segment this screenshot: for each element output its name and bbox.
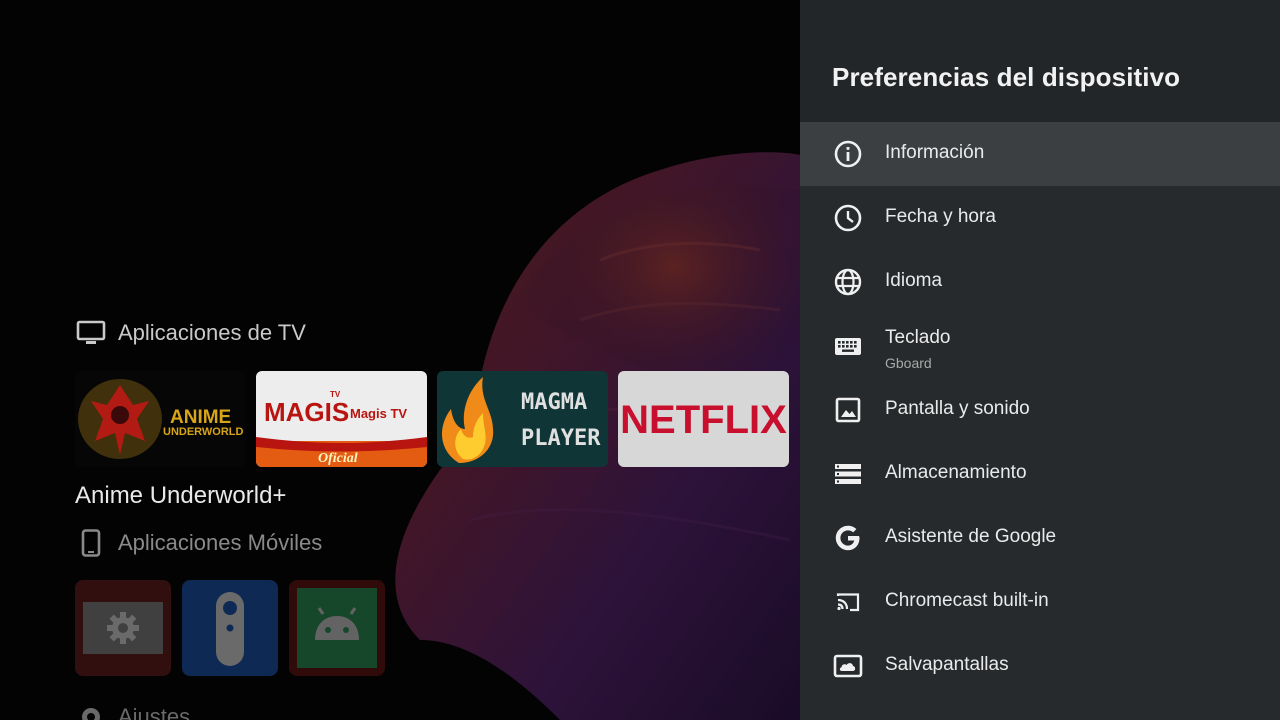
tile-android-app[interactable]	[289, 580, 385, 676]
device-preferences-panel: Preferencias del dispositivo Información…	[800, 0, 1280, 720]
svg-text:NETFLIX: NETFLIX	[620, 398, 787, 442]
menu-item-asistente-de-google[interactable]: Asistente de Google	[800, 506, 1280, 570]
menu-item-chromecast[interactable]: Chromecast built-in	[800, 570, 1280, 634]
mobile-apps-title: Aplicaciones Móviles	[118, 530, 323, 555]
menu-item-label: Información	[885, 142, 985, 163]
mobile-apps-row-title: Aplicaciones Móviles	[76, 528, 322, 558]
svg-text:UNDERWORLD: UNDERWORLD	[163, 426, 244, 438]
menu-item-idioma[interactable]: Idioma	[800, 250, 1280, 314]
svg-text:Oficial: Oficial	[318, 451, 358, 466]
tile-remote-app[interactable]	[182, 580, 278, 676]
settings-row-label: Ajustes	[118, 704, 191, 720]
globe-icon	[834, 268, 862, 296]
menu-item-fecha-y-hora[interactable]: Fecha y hora	[800, 186, 1280, 250]
tile-settings-app[interactable]	[75, 580, 171, 676]
tv-apps-tiles: ANIME UNDERWORLD MAGIS TV Magis TV Ofici…	[75, 371, 789, 467]
menu-item-pantalla-y-sonido[interactable]: Pantalla y sonido	[800, 378, 1280, 442]
google-icon	[835, 525, 860, 551]
tv-launcher: Aplicaciones de TV ANIME UNDERWORLD MAGI…	[0, 0, 800, 720]
phone-icon	[76, 528, 106, 558]
tile-anime-underworld[interactable]: ANIME UNDERWORLD	[75, 371, 246, 467]
tile-netflix[interactable]: NETFLIX	[618, 371, 789, 467]
clock-icon	[834, 204, 862, 232]
menu-item-label: Asistente de Google	[885, 526, 1057, 547]
menu-item-teclado[interactable]: Teclado Gboard	[800, 314, 1280, 378]
remote-icon	[216, 592, 244, 666]
preferences-menu: Información Fecha y hora Idioma Teclado …	[800, 122, 1280, 698]
image-icon	[835, 397, 861, 423]
svg-text:MAGMA: MAGMA	[521, 390, 587, 415]
tile-magis-tv[interactable]: MAGIS TV Magis TV Oficial	[256, 371, 427, 467]
keyboard-icon	[835, 338, 861, 355]
svg-text:PLAYER: PLAYER	[521, 426, 601, 451]
tile-magma-player[interactable]: MAGMA PLAYER	[437, 371, 608, 467]
storage-icon	[835, 464, 861, 484]
gear-icon	[76, 702, 106, 720]
menu-item-label: Idioma	[885, 270, 943, 291]
svg-text:MAGIS: MAGIS	[264, 397, 349, 427]
mobile-apps-tiles	[75, 580, 385, 676]
tv-apps-title: Aplicaciones de TV	[118, 320, 306, 345]
menu-item-salvapantallas[interactable]: Salvapantallas	[800, 634, 1280, 698]
tv-apps-row-title: Aplicaciones de TV	[76, 318, 306, 348]
menu-item-label: Pantalla y sonido	[885, 398, 1030, 419]
info-icon	[834, 140, 862, 168]
panel-header: Preferencias del dispositivo	[800, 0, 1280, 122]
panel-title: Preferencias del dispositivo	[832, 62, 1181, 92]
menu-item-sublabel: Gboard	[885, 355, 932, 371]
menu-item-label: Fecha y hora	[885, 206, 996, 227]
gear-icon	[107, 612, 139, 644]
menu-item-informacion[interactable]: Información	[800, 122, 1280, 186]
svg-text:ANIME: ANIME	[170, 407, 231, 428]
svg-text:TV: TV	[330, 390, 341, 399]
svg-text:Magis TV: Magis TV	[350, 406, 407, 421]
settings-row-title: Ajustes	[76, 702, 190, 720]
menu-item-label: Teclado	[885, 327, 951, 348]
focused-app-name: Anime Underworld+	[75, 482, 287, 509]
menu-item-label: Salvapantallas	[885, 654, 1009, 675]
menu-item-almacenamiento[interactable]: Almacenamiento	[800, 442, 1280, 506]
menu-item-label: Almacenamiento	[885, 462, 1027, 483]
tv-icon	[76, 318, 106, 348]
menu-item-label: Chromecast built-in	[885, 590, 1049, 611]
screensaver-icon	[833, 654, 863, 678]
cast-icon	[836, 593, 860, 612]
